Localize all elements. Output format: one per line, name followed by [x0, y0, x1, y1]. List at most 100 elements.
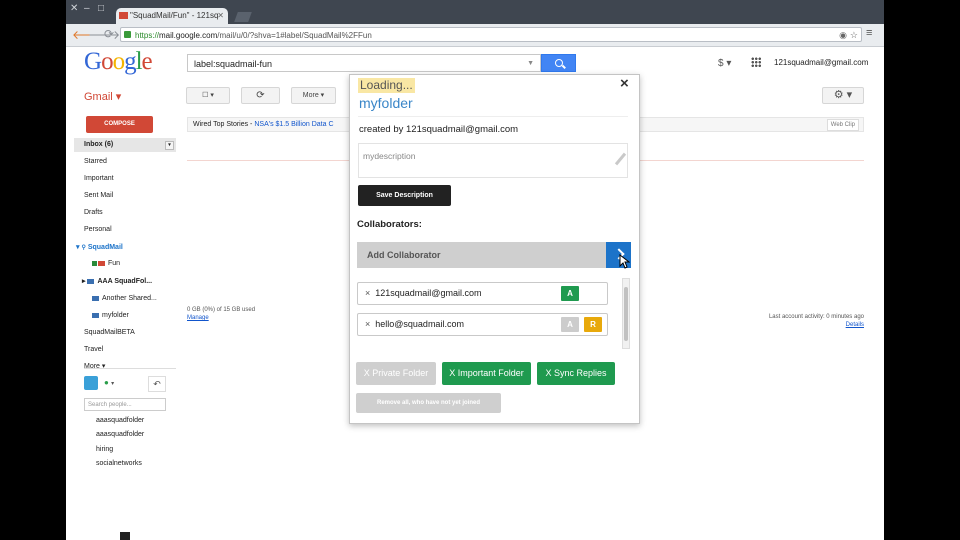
maximize-window-icon[interactable]: □: [98, 3, 104, 14]
inbox-label: Inbox (6): [84, 141, 114, 148]
sidebar-item-travel[interactable]: Travel: [84, 346, 103, 353]
sync-replies-button[interactable]: X Sync Replies: [537, 362, 615, 385]
remove-collaborator-icon[interactable]: ×: [365, 319, 370, 329]
address-bar[interactable]: https://mail.google.com/mail/u/0/?shva=1…: [120, 27, 862, 42]
gmail-menu[interactable]: Gmail ▾: [84, 90, 121, 103]
sidebar-item-squadmailbeta[interactable]: SquadMailBETA: [84, 329, 135, 336]
dollar-symbol: $: [718, 58, 724, 69]
private-folder-button[interactable]: X Private Folder: [356, 362, 436, 385]
reinvite-badge[interactable]: R: [584, 317, 602, 332]
people-search-input[interactable]: Search people...: [84, 398, 166, 411]
compose-button[interactable]: COMPOSE: [86, 116, 153, 133]
logo-letter: e: [141, 48, 153, 75]
sidebar-item-inbox[interactable]: Inbox (6) ▾: [74, 138, 176, 152]
details-link[interactable]: Details: [756, 321, 864, 329]
logo-letter: o: [112, 48, 125, 75]
url-host: mail.google.com: [159, 31, 218, 40]
sidebar-item-aaa-squadfolder[interactable]: ▸ AAA SquadFol...: [82, 277, 152, 285]
inbox-dropdown-icon[interactable]: ▾: [165, 141, 174, 150]
folder-red-icon: [98, 260, 105, 266]
select-checkbox-button[interactable]: ☐ ▾: [186, 87, 230, 104]
sidebar-item-myfolder[interactable]: myfolder: [92, 312, 129, 319]
folder-green-icon: [92, 260, 97, 266]
search-value: label:squadmail-fun: [194, 59, 273, 69]
remove-collaborator-icon[interactable]: ×: [365, 288, 370, 298]
accepted-badge[interactable]: A: [561, 286, 579, 301]
activity-text: Last account activity: 0 minutes ago: [768, 314, 864, 320]
url-path: /mail/u/0/?shva=1#label/SquadMail%2FFun: [217, 31, 372, 40]
description-field[interactable]: mydescription: [358, 143, 628, 178]
tab-squadmail-fun[interactable]: "SquadMail/Fun" - 121sq ✕: [116, 8, 228, 24]
folder-icon: [87, 278, 95, 284]
divider: [358, 116, 628, 117]
url-scheme: https://: [135, 31, 160, 40]
sidebar-item-starred[interactable]: Starred: [84, 158, 107, 165]
tab-close-icon[interactable]: ✕: [217, 8, 224, 24]
sidebar-item-personal[interactable]: Personal: [84, 226, 112, 233]
another-shared-label: Another Shared...: [102, 295, 157, 302]
contact-item[interactable]: aaasquadfolder: [96, 417, 144, 424]
search-input[interactable]: label:squadmail-fun ▼: [187, 54, 541, 72]
sidebar-item-drafts[interactable]: Drafts: [84, 209, 103, 216]
contact-item[interactable]: hiring: [96, 446, 113, 453]
squadmail-label: SquadMail: [87, 244, 123, 251]
close-window-icon[interactable]: ✕: [70, 3, 78, 14]
sidebar-item-another-shared[interactable]: Another Shared...: [92, 295, 157, 302]
minimize-window-icon[interactable]: –: [84, 3, 90, 14]
refresh-button[interactable]: ⟳: [241, 87, 280, 104]
browser-toolbar: 🡐 🡒 ⟳ https://mail.google.com/mail/u/0/?…: [66, 24, 884, 47]
contact-item[interactable]: aaasquadfolder: [96, 431, 144, 438]
pencil-icon: [614, 152, 627, 166]
tab-title: "SquadMail/Fun" - 121sq: [130, 11, 219, 20]
webclip-tag: Web Clip: [826, 119, 859, 131]
lock-icon: [124, 31, 131, 38]
sidebar-item-important[interactable]: Important: [84, 175, 114, 182]
search-options-icon[interactable]: ▼: [527, 55, 534, 73]
accepted-badge[interactable]: A: [561, 317, 579, 332]
logo-letter: g: [124, 48, 136, 75]
webclip-link[interactable]: NSA's $1.5 Billion Data C: [254, 121, 333, 128]
collaborators-heading: Collaborators:: [357, 219, 422, 230]
important-folder-button[interactable]: X Important Folder: [442, 362, 531, 385]
sidebar-item-fun[interactable]: Fun: [92, 260, 120, 267]
account-email[interactable]: 121squadmail@gmail.com: [774, 58, 868, 67]
loading-indicator: Loading...: [358, 78, 415, 93]
eye-icon[interactable]: ◉: [839, 28, 847, 43]
close-icon[interactable]: ×: [620, 75, 629, 92]
account-activity: Last account activity: 0 minutes ago Det…: [756, 313, 864, 329]
collaborator-row: × 121squadmail@gmail.com A: [357, 282, 608, 305]
more-button[interactable]: More ▾: [291, 87, 336, 104]
sidebar-item-squadmail[interactable]: ▾ ⚲ SquadMail: [76, 243, 123, 251]
sidebar-divider: [84, 368, 176, 369]
collaborator-scrollbar[interactable]: [622, 278, 630, 349]
folder-icon: [92, 295, 99, 301]
webclip-source: Wired Top Stories -: [193, 121, 253, 128]
save-description-button[interactable]: Save Description: [358, 185, 451, 206]
collaborator-email: hello@squadmail.com: [375, 319, 464, 329]
browser-menu-icon[interactable]: ≡: [866, 27, 872, 39]
taskbar-item: [120, 532, 130, 540]
bookmark-star-icon[interactable]: ☆: [850, 28, 858, 43]
apps-grid-icon[interactable]: [751, 57, 761, 67]
contact-item[interactable]: socialnetworks: [96, 460, 142, 467]
phone-icon[interactable]: ↶: [148, 376, 166, 392]
search-button[interactable]: [541, 54, 576, 72]
logo-letter: o: [101, 48, 113, 75]
add-collaborator-input[interactable]: Add Collaborator: [357, 242, 606, 268]
scrollbar-thumb[interactable]: [624, 287, 628, 341]
remove-not-joined-button[interactable]: Remove all, who have not yet joined: [356, 393, 501, 413]
new-tab-button[interactable]: [234, 12, 252, 22]
google-logo[interactable]: Google: [84, 48, 153, 76]
sidebar-item-sent[interactable]: Sent Mail: [84, 192, 113, 199]
created-by-text: created by 121squadmail@gmail.com: [359, 124, 519, 135]
search-icon: [555, 59, 563, 67]
folder-icon: [92, 312, 99, 318]
status-dot-icon[interactable]: ● ▾: [104, 378, 114, 387]
hangouts-icon[interactable]: [84, 376, 98, 390]
fun-label: Fun: [108, 260, 121, 267]
dollar-icon[interactable]: $ ▾: [718, 58, 731, 69]
settings-gear-icon[interactable]: ⚙ ▾: [822, 87, 864, 104]
manage-link[interactable]: Manage: [187, 314, 255, 322]
myfolder-label: myfolder: [102, 312, 129, 319]
reload-icon[interactable]: ⟳: [104, 27, 114, 41]
